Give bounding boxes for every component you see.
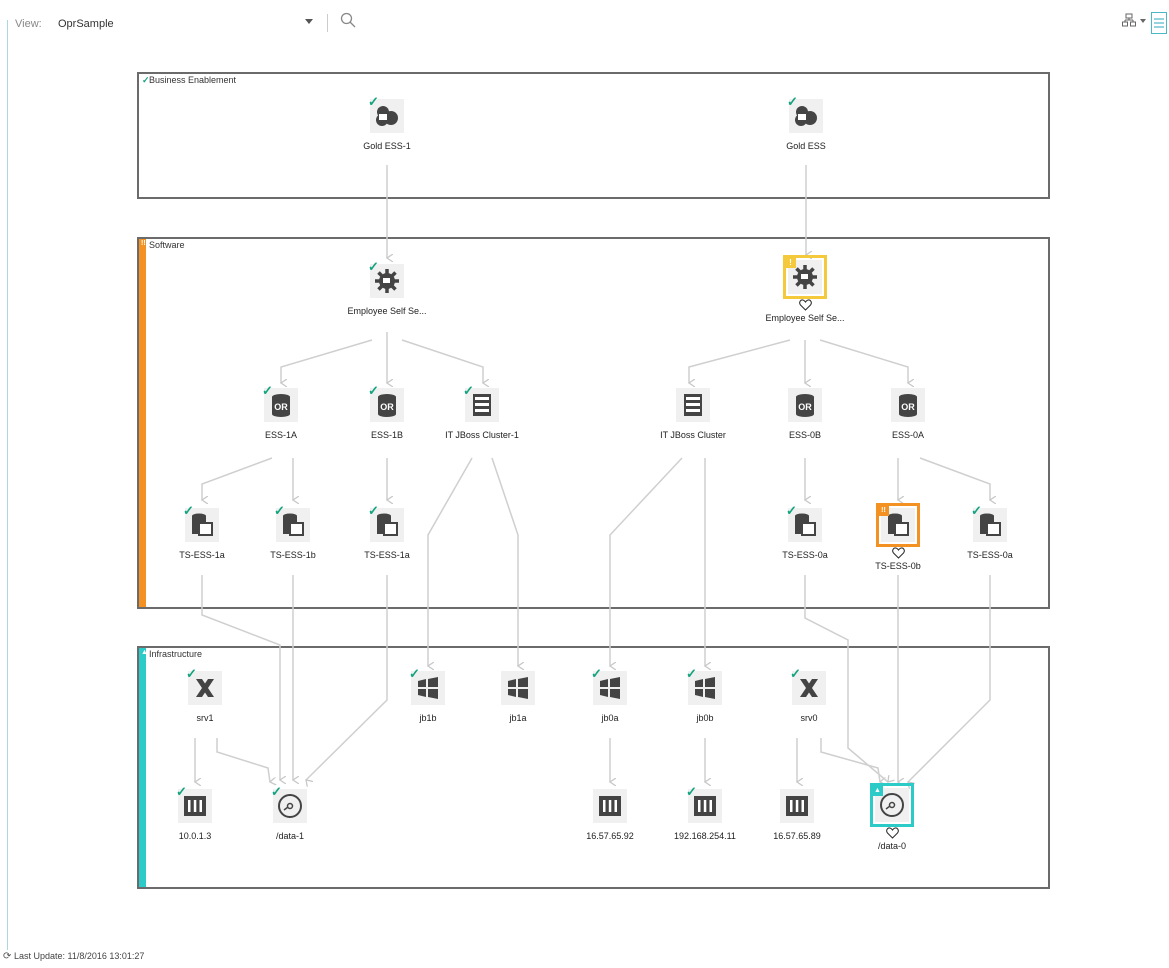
node-label: /data-1 bbox=[275, 831, 305, 841]
node-gold-ess-1[interactable]: ✓ Gold ESS-1 bbox=[327, 94, 447, 151]
node-label: /data-0 bbox=[877, 841, 907, 851]
connector-line bbox=[819, 339, 908, 383]
network-interface-icon bbox=[786, 796, 808, 816]
node-it-jboss-cluster-1[interactable]: ✓ IT JBoss Cluster-1 bbox=[422, 383, 542, 440]
check-icon: ✓ bbox=[186, 666, 197, 681]
node-label: ESS-0A bbox=[891, 430, 924, 440]
connector-line bbox=[908, 575, 991, 782]
heart-icon[interactable] bbox=[798, 299, 812, 311]
check-icon: ✓ bbox=[262, 383, 273, 398]
check-icon: ✓ bbox=[368, 259, 379, 274]
svg-text:OR: OR bbox=[798, 402, 812, 412]
check-icon: ✓ bbox=[271, 784, 282, 799]
svg-text:OR: OR bbox=[901, 402, 915, 412]
connector-line bbox=[401, 339, 483, 383]
heart-icon[interactable] bbox=[891, 547, 905, 559]
check-icon: ✓ bbox=[183, 503, 194, 518]
check-icon: ✓ bbox=[591, 666, 602, 681]
major-alert-icon: !! bbox=[878, 505, 889, 516]
check-icon: ✓ bbox=[409, 666, 420, 681]
connector-line bbox=[428, 457, 473, 666]
check-icon: ✓ bbox=[686, 666, 697, 681]
windows-icon bbox=[508, 677, 528, 699]
node-label: IT JBoss Cluster bbox=[660, 430, 726, 440]
check-icon: ✓ bbox=[787, 94, 798, 109]
check-icon: ✓ bbox=[368, 383, 379, 398]
check-icon: ✓ bbox=[686, 784, 697, 799]
connector-line bbox=[491, 457, 518, 666]
node-label: Employee Self Se... bbox=[765, 313, 845, 323]
node-label: TS-ESS-1a bbox=[364, 550, 410, 560]
oracle-db-icon: OR bbox=[796, 394, 814, 417]
check-icon: ✓ bbox=[368, 94, 379, 109]
last-update-text: Last Update: 11/8/2016 13:01:27 bbox=[14, 951, 145, 961]
node-it-jboss-cluster[interactable]: IT JBoss Cluster bbox=[633, 386, 753, 440]
connector-line bbox=[281, 339, 373, 383]
node-srv0[interactable]: ✓ srv0 bbox=[749, 666, 869, 723]
refresh-icon[interactable]: ⟳ bbox=[3, 951, 11, 962]
check-icon: ✓ bbox=[786, 503, 797, 518]
node-ess-1a[interactable]: OR ✓ ESS-1A bbox=[221, 383, 341, 440]
node-ts-ess-1a-2[interactable]: ✓ TS-ESS-1a bbox=[327, 503, 447, 560]
node-label: TS-ESS-0a bbox=[967, 550, 1013, 560]
node-label: srv0 bbox=[800, 713, 818, 723]
connector-line bbox=[919, 457, 990, 500]
heart-icon[interactable] bbox=[885, 827, 899, 839]
check-icon: ✓ bbox=[463, 383, 474, 398]
check-icon: ✓ bbox=[790, 666, 801, 681]
node-label: srv1 bbox=[196, 713, 214, 723]
connector-line bbox=[820, 738, 880, 782]
node-jb0b[interactable]: ✓ jb0b bbox=[645, 666, 765, 723]
node-gold-ess[interactable]: ✓ Gold ESS bbox=[746, 94, 866, 151]
node-label: ESS-0B bbox=[788, 430, 821, 440]
node-label: ESS-1A bbox=[264, 430, 297, 440]
check-icon: ✓ bbox=[368, 503, 379, 518]
node-srv1[interactable]: ✓ srv1 bbox=[145, 666, 265, 723]
check-icon: ✓ bbox=[971, 503, 982, 518]
check-icon: ✓ bbox=[176, 784, 187, 799]
warning-icon: ▲ bbox=[872, 785, 883, 796]
node-ts-ess-0a-2[interactable]: ✓ TS-ESS-0a bbox=[930, 503, 1050, 560]
node-employee-self-service-1[interactable]: ✓ Employee Self Se... bbox=[327, 259, 447, 316]
connector-line bbox=[216, 738, 270, 782]
node-ess-0b[interactable]: OR ESS-0B bbox=[745, 386, 865, 440]
svg-text:OR: OR bbox=[380, 402, 394, 412]
node-label: Gold ESS-1 bbox=[363, 141, 411, 151]
minor-alert-icon: ! bbox=[785, 257, 796, 268]
network-interface-icon bbox=[599, 796, 621, 816]
connector-line bbox=[689, 339, 791, 383]
node-label: IT JBoss Cluster-1 bbox=[445, 430, 519, 440]
node-ess-0a[interactable]: OR ESS-0A bbox=[848, 386, 968, 440]
svg-text:OR: OR bbox=[274, 402, 288, 412]
oracle-db-icon: OR bbox=[899, 394, 917, 417]
connector-line bbox=[610, 457, 683, 666]
node-label: Employee Self Se... bbox=[347, 306, 427, 316]
node-label: TS-ESS-0b bbox=[875, 561, 921, 571]
server-icon bbox=[684, 394, 702, 416]
check-icon: ✓ bbox=[274, 503, 285, 518]
node-label: Gold ESS bbox=[786, 141, 826, 151]
node-employee-self-service-0[interactable]: ! Employee Self Se... bbox=[745, 255, 865, 323]
node-label: jb0b bbox=[696, 713, 714, 723]
node-data-0[interactable]: ▲ /data-0 bbox=[832, 783, 952, 851]
node-data-1[interactable]: ✓ /data-1 bbox=[230, 784, 350, 841]
connector-line bbox=[202, 457, 273, 500]
